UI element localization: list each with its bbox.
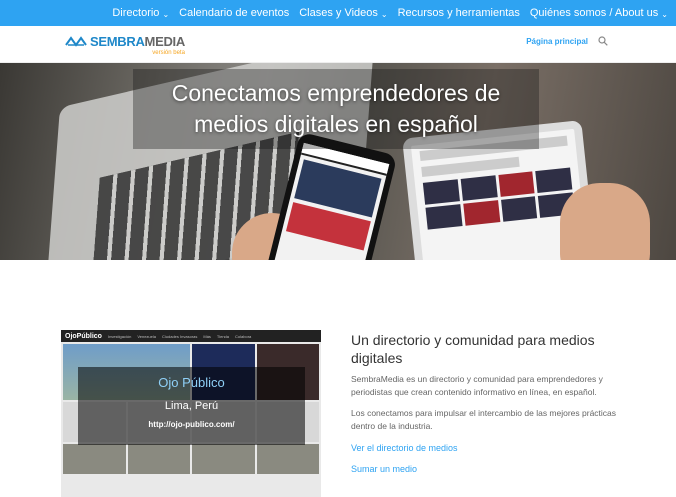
logo-tagline: versión beta [152,50,185,56]
screenshot-menu-item: Tienda [216,333,230,339]
screenshot-menu-item: Venezuela [137,333,156,339]
nav-item-quienes-somos[interactable]: Quiénes somos / About us ⌄ [530,7,668,19]
nav-item-directorio[interactable]: Directorio ⌄ [112,7,169,19]
overlay-city: Lima, Perú [164,400,219,412]
screenshot-tile [63,444,126,474]
overlay-url[interactable]: http://ojo-publico.com/ [78,420,305,429]
feature-text: Un directorio y comunidad para medios di… [351,331,621,474]
nav-item-label: Calendario de eventos [179,7,290,19]
home-link[interactable]: Página principal [526,37,588,46]
nav-item-calendario[interactable]: Calendario de eventos [179,7,289,19]
nav-item-clases[interactable]: Clases y Videos ⌄ [299,7,387,19]
tablet-tile [425,204,463,230]
nav-item-label: Clases y Videos [299,7,378,19]
screenshot-tile [127,444,190,474]
header-nav: Página principal [526,36,608,46]
logo-sembra: SEMBRA [90,34,145,49]
overlay-title: Ojo Público [158,375,225,390]
nav-item-label: Quiénes somos / About us [529,7,659,19]
screenshot-menu-item: Ciudades Invasoras [162,333,198,339]
screenshot-navbar: OjoPúblico Investigación Venezuela Ciuda… [61,330,321,342]
screenshot-menu-item: Investigación [107,333,132,339]
tablet-tile [497,171,535,197]
chevron-down-icon: ⌄ [661,9,668,19]
screenshot-tile [192,444,255,474]
directory-link[interactable]: Ver el directorio de medios [351,443,621,453]
screenshot-brand: OjoPúblico [65,332,102,340]
site-logo[interactable]: SEMBRAMEDIA versión beta [65,35,185,57]
feature-paragraph: Los conectamos para impulsar el intercam… [351,408,617,431]
tablet-tile [535,167,573,193]
feature-section: OjoPúblico Investigación Venezuela Ciuda… [0,260,676,497]
hero-hand-image [560,183,650,260]
feature-paragraph: SembraMedia es un directorio y comunidad… [351,374,603,397]
top-navigation-bar: Directorio ⌄ Calendario de eventos Clase… [0,0,676,26]
featured-media-screenshot[interactable]: OjoPúblico Investigación Venezuela Ciuda… [61,330,321,497]
top-nav-menu: Directorio ⌄ Calendario de eventos Clase… [112,0,668,26]
logo-wordmark: SEMBRAMEDIA [90,35,185,48]
site-header: SEMBRAMEDIA versión beta Página principa… [0,26,676,63]
hero-title: Conectamos emprendedores de medios digit… [171,80,501,137]
tablet-grid [422,167,575,230]
add-media-link[interactable]: Sumar un medio [351,464,621,474]
nav-item-label: Recursos y herramientas [397,7,520,19]
screenshot-menu-item: Colabora [235,333,252,339]
nav-item-label: Directorio [112,7,160,19]
chevron-down-icon: ⌄ [380,9,388,19]
screenshot-tile [256,444,319,474]
hero-banner: Conectamos emprendedores de medios digit… [0,63,676,260]
feature-heading: Un directorio y comunidad para medios di… [351,332,595,366]
nav-item-recursos[interactable]: Recursos y herramientas [398,7,520,19]
search-icon[interactable] [598,36,608,46]
tablet-tile [460,175,498,201]
tablet-tile [422,179,460,205]
tablet-tile [500,196,538,222]
screenshot-menu-item: Más [203,333,211,339]
logo-mark-icon [65,36,87,47]
logo-media: MEDIA [144,34,186,49]
tablet-tile [463,200,500,226]
chevron-down-icon: ⌄ [162,9,170,19]
